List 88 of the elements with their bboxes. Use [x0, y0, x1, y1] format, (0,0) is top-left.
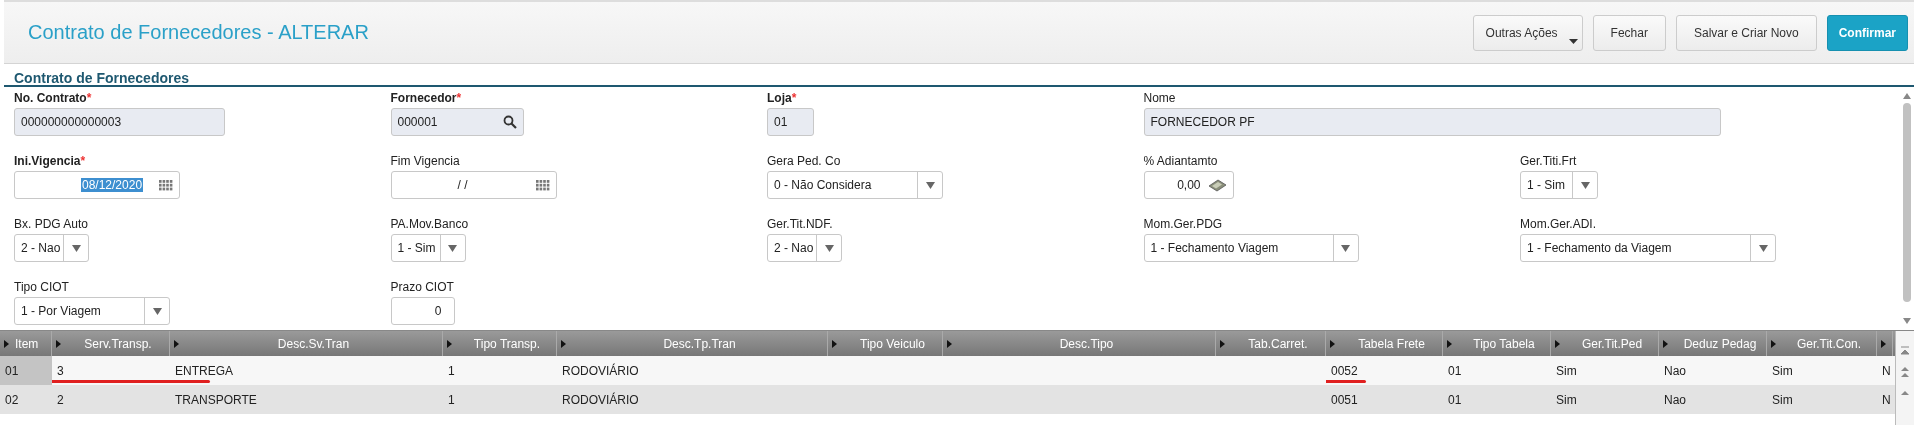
- expand-icon: [1555, 339, 1560, 348]
- readonly-field[interactable]: 01: [767, 108, 814, 136]
- field-label: Prazo CIOT: [390, 280, 455, 294]
- table-cell: 01: [5, 363, 19, 378]
- dropdown[interactable]: 0 - Não Considera: [767, 171, 943, 199]
- dropdown[interactable]: 1 - Sim: [1520, 171, 1598, 199]
- table-cell: 2: [57, 392, 64, 407]
- scrollbar[interactable]: [1895, 331, 1914, 425]
- caret-icon: [152, 307, 162, 315]
- date-field[interactable]: / /: [390, 171, 557, 199]
- table-cell: 0051: [1331, 392, 1358, 407]
- calendar-icon[interactable]: [159, 179, 173, 191]
- dropdown[interactable]: 1 - Fechamento Viagem: [1143, 234, 1359, 262]
- field-label: Tipo CIOT: [14, 280, 70, 294]
- table-cell: Nao: [1664, 392, 1686, 407]
- dropdown[interactable]: 2 - Nao: [14, 234, 89, 262]
- table-cell: 0052: [1331, 363, 1358, 378]
- readonly-field[interactable]: 000000000000003: [14, 108, 225, 136]
- section-title: Contrato de Fornecedores: [4, 64, 1914, 87]
- dropdown[interactable]: 1 - Fechamento da Viagem: [1520, 234, 1776, 262]
- expand-icon: [1771, 339, 1776, 348]
- caret-icon: [1758, 244, 1768, 252]
- expand-icon: [561, 339, 566, 348]
- scroll-down-icon[interactable]: [1903, 318, 1911, 324]
- window-title: Contrato de Fornecedores - ALTERAR: [28, 21, 369, 44]
- action-button[interactable]: Salvar e Criar Novo: [1675, 14, 1817, 51]
- actions-menu-button[interactable]: Outras Ações: [1472, 14, 1583, 51]
- search-icon[interactable]: [502, 115, 517, 129]
- table-cell: Nao: [1664, 363, 1686, 378]
- expand-icon: [4, 339, 9, 348]
- expand-icon: [832, 339, 837, 348]
- dropdown[interactable]: 2 - Nao: [767, 234, 842, 262]
- expand-icon: [1663, 339, 1668, 348]
- dropdown[interactable]: 1 - Sim: [390, 234, 466, 262]
- caret-icon: [1568, 38, 1578, 44]
- number-field[interactable]: 0: [390, 297, 455, 325]
- scroll-up-icon[interactable]: [1903, 93, 1911, 99]
- table-cell: Sim: [1772, 363, 1793, 378]
- caret-icon: [925, 181, 935, 189]
- expand-icon: [447, 339, 452, 348]
- field-label: Bx. PDG Auto: [14, 217, 90, 231]
- table-cell: Sim: [1772, 392, 1793, 407]
- table-cell: 01: [1448, 363, 1462, 378]
- readonly-field[interactable]: FORNECEDOR PF: [1143, 108, 1721, 136]
- table-cell: 1: [448, 392, 455, 407]
- field-label: Mom.Ger.ADI.: [1520, 217, 1597, 231]
- lookup-field[interactable]: 000001: [390, 108, 524, 136]
- field-label: No. Contrato*: [14, 91, 93, 105]
- expand-icon: [1330, 339, 1335, 348]
- field-label: Ini.Vigencia*: [14, 154, 87, 168]
- table-cell: Sim: [1556, 392, 1577, 407]
- table-cell: N: [1882, 363, 1891, 378]
- table-cell: 01: [1448, 392, 1462, 407]
- calendar-icon[interactable]: [535, 179, 550, 191]
- caret-icon: [1341, 244, 1350, 252]
- expand-icon: [1881, 339, 1886, 348]
- dropdown[interactable]: 1 - Por Viagem: [14, 297, 170, 325]
- field-label: PA.Mov.Banco: [390, 217, 470, 231]
- caret-icon: [824, 244, 834, 252]
- expand-icon: [1447, 339, 1452, 348]
- table-cell: 3: [57, 363, 64, 378]
- expand-icon: [174, 339, 179, 348]
- field-label: Mom.Ger.PDG: [1143, 217, 1224, 231]
- number-field[interactable]: 0,00: [1143, 171, 1234, 199]
- table-cell: Sim: [1556, 363, 1577, 378]
- field-label: Ger.Tit.NDF.: [767, 217, 834, 231]
- field-label: Loja*: [767, 91, 798, 105]
- table-cell: RODOVIÁRIO: [562, 363, 639, 378]
- expand-icon: [56, 339, 61, 348]
- field-label: Fornecedor*: [390, 91, 463, 105]
- action-button[interactable]: Fechar: [1592, 14, 1666, 51]
- field-label: Gera Ped. Co: [767, 154, 842, 168]
- caret-icon: [448, 244, 457, 252]
- expand-icon: [1220, 339, 1225, 348]
- field-label: Nome: [1143, 91, 1177, 105]
- expand-icon: [947, 339, 952, 348]
- table-cell: TRANSPORTE: [175, 392, 257, 407]
- field-label: Fim Vigencia: [390, 154, 461, 168]
- table-cell: 02: [5, 392, 19, 407]
- caret-icon: [71, 244, 81, 252]
- caret-icon: [1580, 181, 1590, 189]
- table-cell: 1: [448, 363, 455, 378]
- table-cell: N: [1882, 392, 1891, 407]
- calculator-icon[interactable]: [1206, 178, 1227, 192]
- field-label: % Adiantamto: [1143, 154, 1219, 168]
- table-cell: RODOVIÁRIO: [562, 392, 639, 407]
- table-cell: ENTREGA: [175, 363, 233, 378]
- field-label: Ger.Titi.Frt: [1520, 154, 1578, 168]
